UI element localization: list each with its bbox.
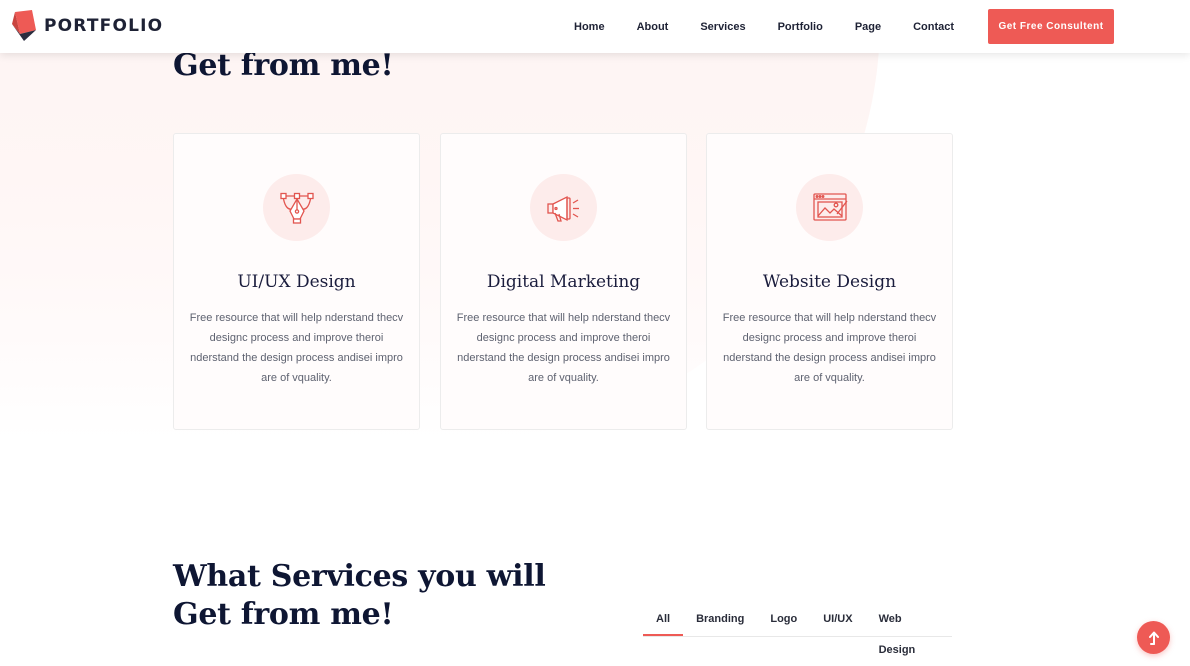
card-description: Free resource that will help nderstand t…	[189, 312, 404, 384]
scroll-to-top-button[interactable]	[1137, 621, 1170, 654]
logo-icon	[12, 10, 36, 41]
services-heading-line2: Get from me!	[173, 597, 394, 632]
card-title: UI/UX Design	[237, 272, 356, 292]
filter-tab-all[interactable]: All	[643, 604, 684, 636]
pen-tool-icon	[263, 174, 330, 241]
card-title: Digital Marketing	[486, 272, 641, 292]
nav-contact[interactable]: Contact	[897, 21, 970, 33]
filter-tab-branding[interactable]: Branding	[683, 604, 757, 635]
nav-about[interactable]: About	[621, 21, 685, 33]
megaphone-icon	[530, 174, 597, 241]
get-free-consultent-button[interactable]: Get Free Consultent	[988, 9, 1114, 44]
arrow-up-icon	[1148, 631, 1159, 645]
card-description: Free resource that will help nderstand t…	[456, 312, 671, 384]
card-description: Free resource that will help nderstand t…	[722, 312, 937, 384]
services-heading-line1: What Services you will	[173, 559, 546, 594]
filter-tab-logo[interactable]: Logo	[757, 604, 810, 635]
nav-portfolio[interactable]: Portfolio	[762, 21, 839, 33]
nav-page[interactable]: Page	[839, 21, 897, 33]
site-header: PORTFOLIO Home About Services Portfolio …	[0, 0, 1190, 53]
nav-services[interactable]: Services	[684, 21, 761, 33]
service-card-uiux[interactable]: UI/UX Design Free resource that will hel…	[173, 133, 420, 430]
service-card-website-design[interactable]: Website Design Free resource that will h…	[706, 133, 953, 430]
nav-home[interactable]: Home	[558, 21, 621, 33]
portfolio-filter-tabs: All Branding Logo UI/UX Web Design	[643, 604, 952, 656]
main-nav: Home About Services Portfolio Page Conta…	[558, 0, 970, 53]
filter-tab-web-design[interactable]: Web Design	[866, 604, 952, 656]
card-title: Website Design	[762, 272, 897, 292]
service-card-digital-marketing[interactable]: Digital Marketing Free resource that wil…	[440, 133, 687, 430]
logo-text: PORTFOLIO	[44, 16, 164, 36]
services-heading: What Services you will Get from me!	[173, 558, 546, 634]
browser-image-icon	[796, 174, 863, 241]
logo[interactable]: PORTFOLIO	[12, 10, 163, 42]
filter-tab-uiux[interactable]: UI/UX	[810, 604, 865, 635]
